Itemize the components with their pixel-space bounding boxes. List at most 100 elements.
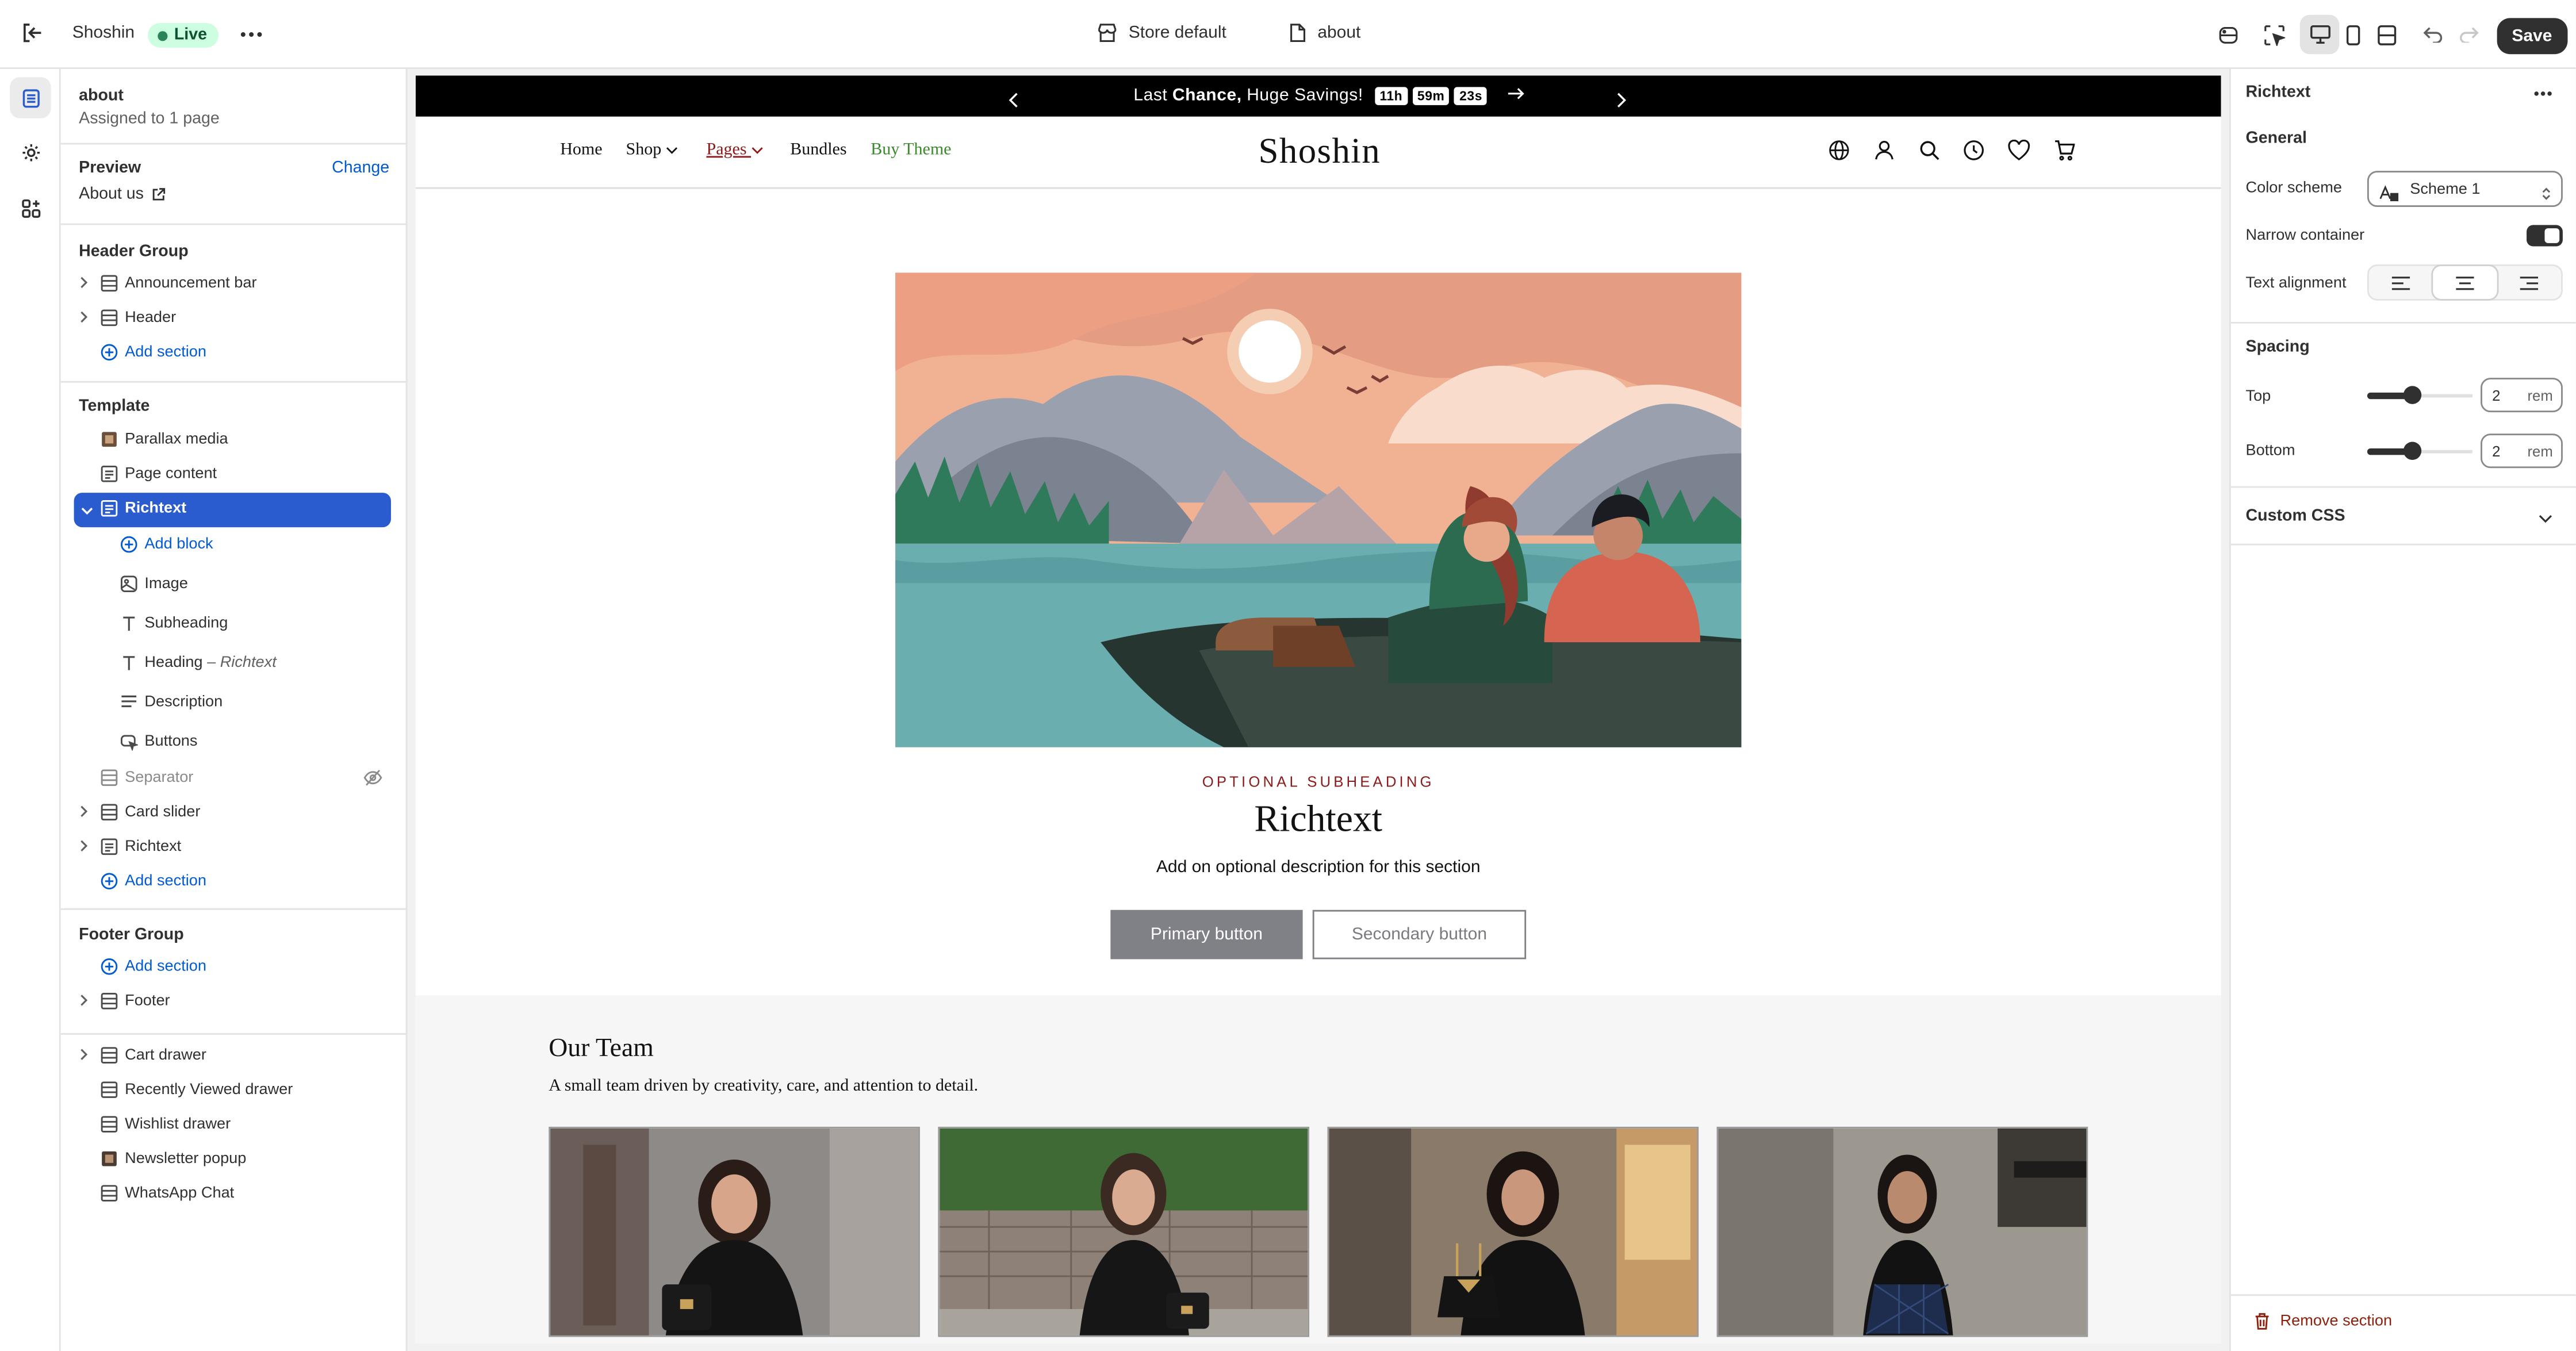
custom-css-heading[interactable]: Custom CSS bbox=[2246, 508, 2345, 525]
block-heading[interactable]: Heading – Richtext bbox=[61, 647, 408, 680]
nav-buy-theme[interactable]: Buy Theme bbox=[871, 141, 951, 159]
align-right-button[interactable] bbox=[2497, 266, 2561, 299]
top-spacing-slider[interactable] bbox=[2367, 386, 2472, 404]
app-embeds-button[interactable] bbox=[2208, 15, 2248, 55]
header-group-title: Header Group bbox=[79, 243, 189, 262]
add-block-button[interactable]: Add block bbox=[61, 529, 408, 562]
align-center-icon bbox=[2456, 275, 2474, 289]
top-spacing-input[interactable]: 2 rem bbox=[2481, 378, 2563, 413]
section-announcement-bar[interactable]: Announcement bar bbox=[61, 268, 408, 301]
block-description[interactable]: Description bbox=[61, 686, 408, 719]
sections-tab[interactable] bbox=[10, 77, 51, 118]
page-selector[interactable]: about bbox=[1288, 22, 1361, 43]
section-richtext-2[interactable]: Richtext bbox=[61, 831, 408, 864]
plus-circle-icon bbox=[120, 535, 138, 558]
color-scheme-icon bbox=[2379, 181, 2399, 210]
change-preview-link[interactable]: Change bbox=[332, 159, 389, 177]
divider bbox=[60, 381, 408, 383]
bottom-spacing-unit: rem bbox=[2527, 443, 2553, 460]
heart-icon[interactable] bbox=[2007, 139, 2030, 169]
overlay-cart-drawer[interactable]: Cart drawer bbox=[61, 1039, 408, 1072]
secondary-button[interactable]: Secondary button bbox=[1312, 909, 1527, 959]
block-image[interactable]: Image bbox=[61, 569, 408, 601]
cursor-select-icon bbox=[2263, 24, 2284, 45]
undo-button[interactable] bbox=[2413, 15, 2453, 55]
gear-icon bbox=[21, 142, 40, 162]
page-label: about bbox=[1317, 22, 1361, 43]
nav-pages[interactable]: Pages bbox=[707, 141, 764, 159]
nav-home[interactable]: Home bbox=[560, 141, 602, 159]
store-header: Home Shop Pages Bundles Buy Theme Shoshi… bbox=[415, 116, 2221, 189]
overlay-whatsapp-chat[interactable]: WhatsApp Chat bbox=[61, 1177, 408, 1210]
mobile-view-button[interactable] bbox=[2333, 15, 2372, 55]
remove-section-button[interactable]: Remove section bbox=[2254, 1312, 2392, 1330]
settings-more-button[interactable] bbox=[2533, 84, 2552, 102]
arrow-right-icon bbox=[1508, 86, 1525, 105]
text-section-icon bbox=[100, 500, 118, 523]
slider-thumb[interactable] bbox=[2403, 442, 2422, 460]
redo-button[interactable] bbox=[2450, 15, 2489, 55]
announcement-prev-arrow-icon[interactable] bbox=[1009, 87, 1018, 116]
cart-icon[interactable] bbox=[2053, 140, 2076, 169]
align-left-button[interactable] bbox=[2369, 266, 2433, 299]
add-section-template-button[interactable]: Add section bbox=[61, 866, 408, 899]
section-card-slider[interactable]: Card slider bbox=[61, 797, 408, 830]
bottom-spacing-input[interactable]: 2 rem bbox=[2481, 433, 2563, 469]
globe-icon[interactable] bbox=[1828, 140, 1850, 169]
color-scheme-select[interactable]: Scheme 1 bbox=[2367, 171, 2563, 207]
store-logo[interactable]: Shoshin bbox=[1258, 130, 1381, 172]
section-page-content[interactable]: Page content bbox=[61, 458, 408, 491]
nav-bundles[interactable]: Bundles bbox=[790, 141, 846, 159]
inspector-button[interactable] bbox=[2254, 15, 2294, 55]
overlay-wishlist-drawer[interactable]: Wishlist drawer bbox=[61, 1108, 408, 1141]
search-icon[interactable] bbox=[1919, 140, 1940, 169]
nav-shop[interactable]: Shop bbox=[626, 141, 679, 159]
chevron-down-icon bbox=[752, 147, 764, 154]
settings-panel: Richtext General Color scheme Scheme 1 N… bbox=[2229, 68, 2576, 1351]
block-subheading[interactable]: Subheading bbox=[61, 608, 408, 640]
divider bbox=[2230, 486, 2576, 488]
store-selector[interactable]: Store default bbox=[1097, 23, 1226, 43]
overlay-newsletter-popup[interactable]: Newsletter popup bbox=[61, 1143, 408, 1176]
team-card-photo[interactable] bbox=[938, 1126, 1310, 1337]
desktop-icon bbox=[2309, 25, 2330, 44]
account-icon[interactable] bbox=[1874, 140, 1894, 169]
exit-button[interactable] bbox=[20, 21, 43, 44]
section-separator[interactable]: Separator bbox=[61, 762, 408, 795]
primary-button[interactable]: Primary button bbox=[1110, 909, 1303, 959]
announcement-next-arrow-icon[interactable] bbox=[1616, 87, 1626, 116]
narrow-container-toggle[interactable] bbox=[2527, 225, 2563, 247]
align-center-button[interactable] bbox=[2433, 266, 2497, 299]
apps-tab[interactable] bbox=[10, 187, 51, 228]
color-scheme-value: Scheme 1 bbox=[2410, 181, 2481, 199]
apps-icon bbox=[21, 198, 40, 217]
add-section-footer-button[interactable]: Add section bbox=[61, 951, 408, 984]
team-card-photo[interactable] bbox=[549, 1126, 920, 1337]
chevron-down-icon[interactable] bbox=[2538, 511, 2553, 529]
section-header[interactable]: Header bbox=[61, 302, 408, 335]
more-actions-button[interactable] bbox=[232, 15, 271, 55]
overlay-recently-viewed-drawer[interactable]: Recently Viewed drawer bbox=[61, 1074, 408, 1107]
countdown-seconds: 23s bbox=[1454, 86, 1488, 105]
section-footer[interactable]: Footer bbox=[61, 985, 408, 1018]
section-label: Footer bbox=[125, 992, 170, 1011]
team-card-photo[interactable] bbox=[1327, 1126, 1699, 1337]
block-label: Buttons bbox=[144, 732, 198, 751]
team-title: Our Team bbox=[549, 1034, 654, 1063]
clock-icon[interactable] bbox=[1963, 140, 1984, 169]
slider-thumb[interactable] bbox=[2403, 386, 2422, 404]
page-title: about bbox=[79, 87, 124, 105]
announcement-bar: Last Chance, Huge Savings! 11h 59m 23s bbox=[415, 75, 2221, 117]
section-parallax-media[interactable]: Parallax media bbox=[61, 424, 408, 456]
bottom-spacing-slider[interactable] bbox=[2367, 442, 2472, 460]
theme-settings-tab[interactable] bbox=[10, 132, 51, 172]
preview-page-link[interactable]: About us bbox=[79, 186, 167, 204]
section-label: Separator bbox=[125, 769, 194, 787]
eye-hidden-icon[interactable] bbox=[363, 769, 382, 792]
block-buttons[interactable]: Buttons bbox=[61, 726, 408, 759]
team-card-photo[interactable] bbox=[1716, 1126, 2088, 1337]
save-button[interactable]: Save bbox=[2497, 18, 2567, 55]
section-richtext-selected[interactable]: Richtext bbox=[74, 493, 391, 528]
add-section-header-button[interactable]: Add section bbox=[61, 337, 408, 370]
fullscreen-view-button[interactable] bbox=[2367, 15, 2407, 55]
